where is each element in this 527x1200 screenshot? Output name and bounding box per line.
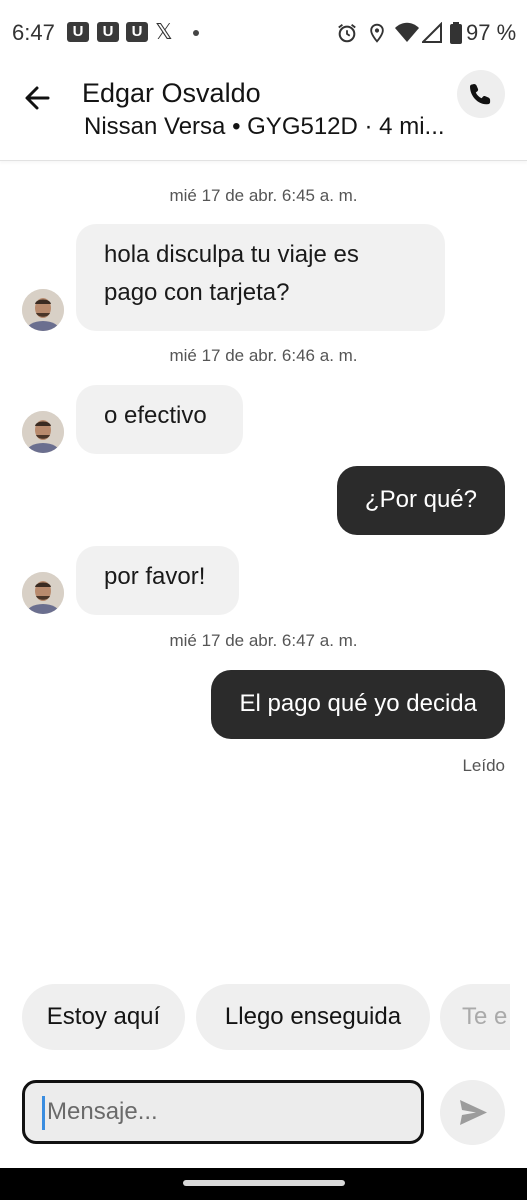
quick-reply-chip[interactable]: Te e (440, 984, 510, 1050)
message-timestamp: mié 17 de abr. 6:45 a. m. (169, 186, 358, 205)
driver-avatar (22, 411, 64, 453)
driver-avatar-image (22, 411, 64, 453)
more-notifications-dot-icon (193, 30, 199, 36)
location-icon (370, 23, 384, 43)
system-navigation-bar (0, 1168, 527, 1200)
quick-reply-chip[interactable]: Llego enseguida (196, 984, 430, 1050)
incoming-message-bubble: o efectivo (76, 385, 243, 454)
incoming-message-bubble: por favor! (76, 546, 239, 615)
send-button[interactable] (440, 1080, 505, 1145)
chat-header: Edgar Osvaldo Nissan Versa • GYG512D · 4… (0, 64, 527, 161)
outgoing-message-bubble: ¿Por qué? (336, 466, 505, 535)
read-receipt: Leído (462, 756, 505, 775)
battery-icon (450, 22, 462, 44)
call-button[interactable] (457, 70, 505, 118)
driver-avatar-image (22, 289, 64, 331)
back-button[interactable] (18, 78, 58, 118)
contact-name: Edgar Osvaldo (82, 78, 261, 108)
uber-notification-icon: U (67, 22, 89, 42)
driver-avatar (22, 572, 64, 614)
outgoing-message-bubble: El pago qué yo decida (211, 670, 505, 739)
cell-signal-icon (422, 22, 442, 43)
status-time: 6:47 (12, 20, 55, 45)
x-app-icon: 𝕏 (155, 19, 173, 44)
uber-notification-icon: U (126, 22, 148, 42)
driver-avatar-image (22, 572, 64, 614)
uber-notification-icon: U (97, 22, 119, 42)
quick-reply-chip[interactable]: Estoy aquí (22, 984, 185, 1050)
battery-percentage: 97 % (466, 20, 517, 45)
message-timestamp: mié 17 de abr. 6:47 a. m. (169, 631, 358, 650)
phone-icon (470, 84, 491, 105)
message-timestamp: mié 17 de abr. 6:46 a. m. (169, 346, 358, 365)
alarm-icon (338, 24, 356, 43)
arrow-left-icon (25, 86, 50, 110)
driver-avatar (22, 289, 64, 331)
status-bar: 6:47 U U U 𝕏 97 % (0, 0, 527, 64)
send-icon (460, 1100, 487, 1125)
text-cursor (42, 1096, 45, 1130)
trip-vehicle-info: Nissan Versa • GYG512D · 4 mi... (84, 113, 445, 140)
home-gesture-handle[interactable] (183, 1180, 345, 1186)
wifi-icon (395, 22, 419, 42)
message-input[interactable] (22, 1080, 424, 1144)
quick-replies: Estoy aquí Llego enseguida Te e (0, 984, 510, 1052)
incoming-message-bubble: hola disculpa tu viaje es pago con tarje… (76, 224, 445, 331)
